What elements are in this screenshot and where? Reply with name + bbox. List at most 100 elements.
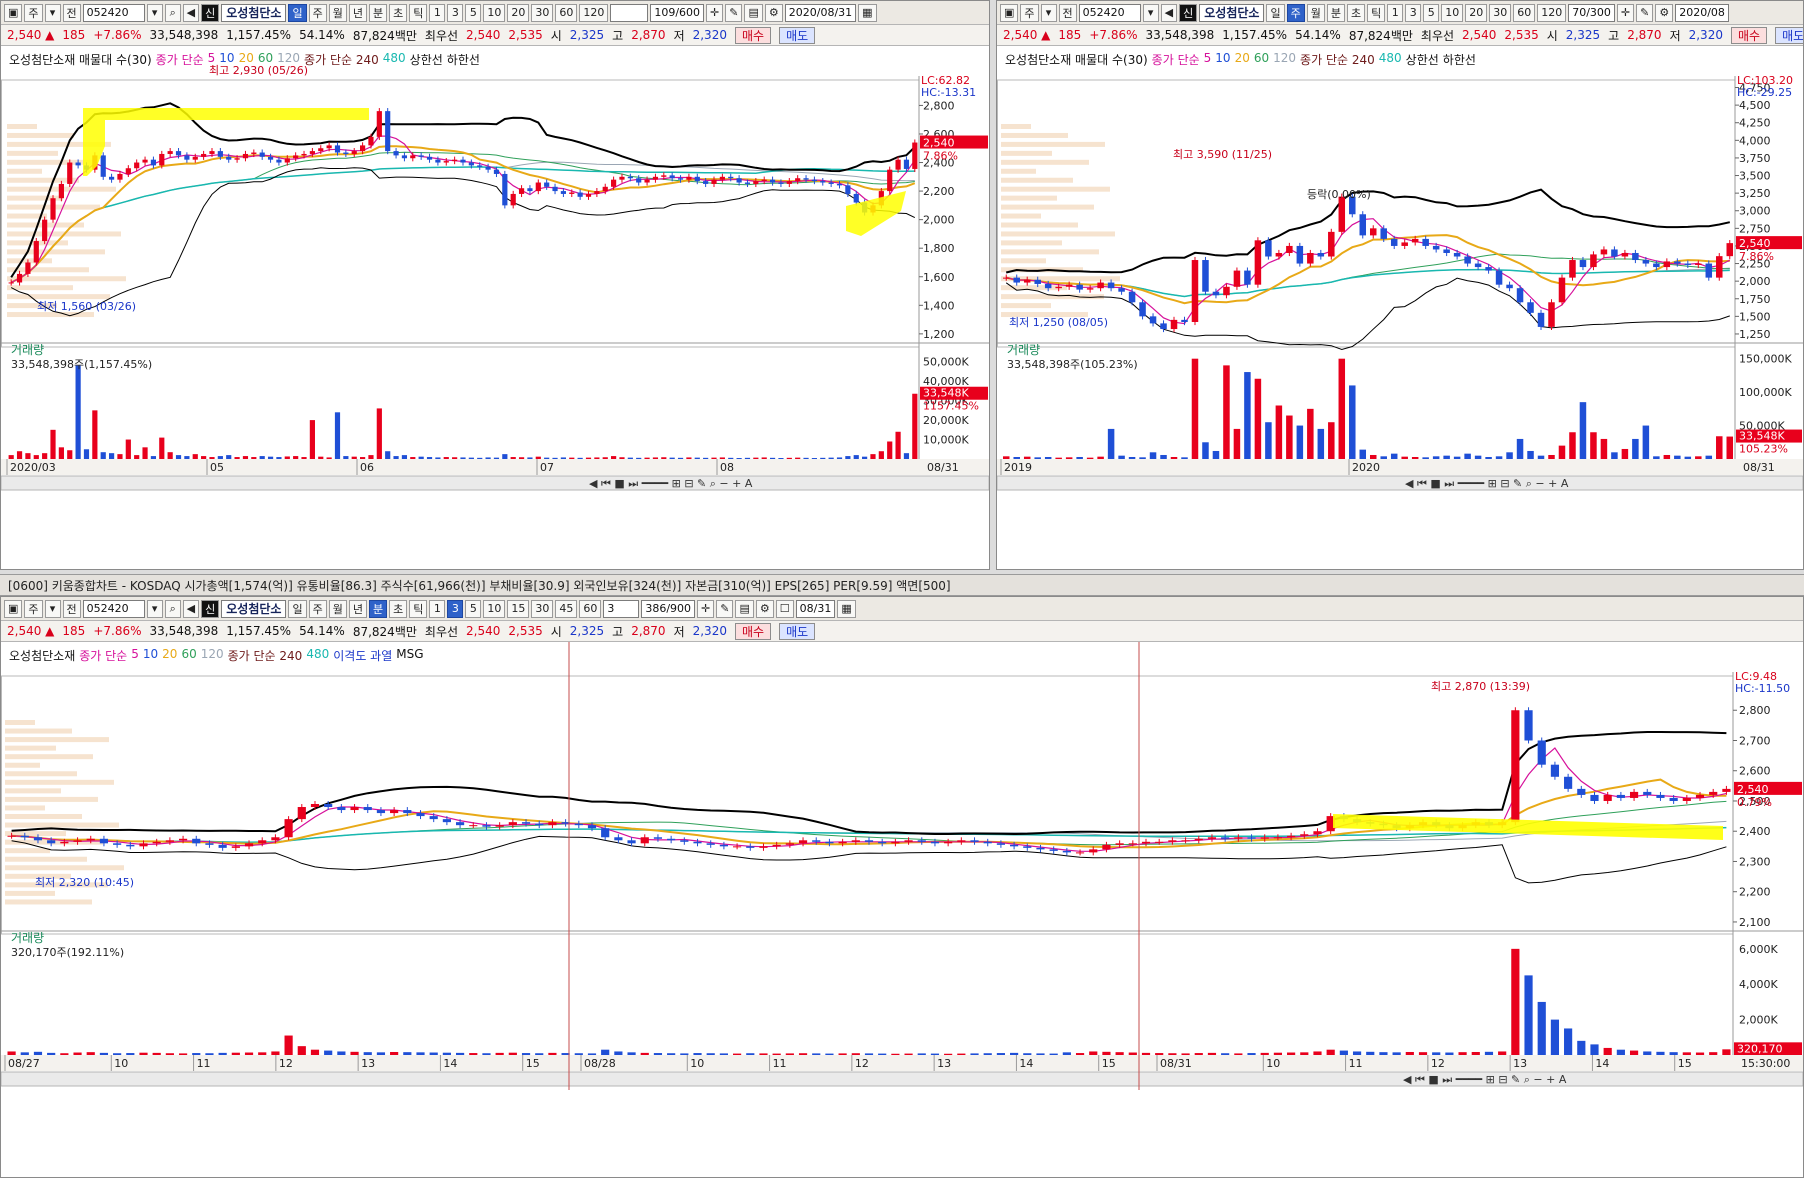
gear-icon[interactable]: ⚙ bbox=[755, 599, 774, 618]
period-minute[interactable]: 분 bbox=[368, 3, 388, 22]
interval-1[interactable]: 1 bbox=[1387, 3, 1404, 22]
stock-code-input[interactable]: 052420 bbox=[82, 599, 145, 618]
stock-name[interactable]: 오성첨단소 bbox=[221, 599, 287, 618]
window-icon[interactable]: ▣ bbox=[4, 599, 23, 618]
count-field[interactable]: 386/900 bbox=[641, 599, 696, 618]
period-week[interactable]: 주 bbox=[1286, 3, 1305, 22]
interval-field[interactable]: 3 bbox=[603, 599, 640, 618]
stock-name[interactable]: 오성첨단소 bbox=[221, 3, 287, 22]
stock-code-input[interactable]: 052420 bbox=[1078, 3, 1141, 22]
interval-3[interactable]: 3 bbox=[447, 599, 464, 618]
period-year[interactable]: 년 bbox=[348, 3, 367, 22]
count-field[interactable]: 70/300 bbox=[1568, 3, 1615, 22]
dropdown-icon[interactable]: ▾ bbox=[1040, 3, 1057, 22]
window-icon[interactable]: ▣ bbox=[1000, 3, 1019, 22]
interval-5[interactable]: 5 bbox=[465, 3, 482, 22]
interval-60[interactable]: 60 bbox=[555, 3, 578, 22]
period-second[interactable]: 초 bbox=[389, 3, 408, 22]
period-tick[interactable]: 틱 bbox=[409, 3, 428, 22]
sell-button[interactable]: 매도 bbox=[779, 622, 816, 640]
period-day[interactable]: 일 bbox=[288, 599, 307, 618]
buy-button[interactable]: 매수 bbox=[1730, 26, 1768, 44]
interval-10[interactable]: 10 bbox=[483, 599, 506, 618]
save-icon[interactable]: ▤ bbox=[744, 3, 763, 22]
period-year[interactable]: 년 bbox=[348, 599, 367, 618]
chart-svg[interactable]: 4,7504,5004,2504,0003,7503,5003,2503,000… bbox=[997, 46, 1803, 569]
date-field[interactable]: 2020/08/31 bbox=[784, 3, 857, 22]
calendar-icon[interactable]: ▦ bbox=[837, 599, 856, 618]
interval-45[interactable]: 45 bbox=[555, 599, 578, 618]
interval-30[interactable]: 30 bbox=[531, 3, 554, 22]
sell-button[interactable]: 매도 bbox=[1775, 26, 1803, 44]
chart-svg[interactable]: 2,8002,7002,6002,5002,4002,3002,2002,100… bbox=[1, 642, 1803, 1177]
chevron-down-icon[interactable]: ▾ bbox=[1142, 3, 1159, 22]
stock-name[interactable]: 오성첨단소 bbox=[1199, 3, 1265, 22]
chevron-down-icon[interactable]: ▾ bbox=[146, 599, 163, 618]
zoom-icon[interactable]: ✛ bbox=[697, 599, 715, 618]
type-select[interactable]: 주 bbox=[24, 599, 43, 618]
interval-20[interactable]: 20 bbox=[507, 3, 530, 22]
speaker-icon[interactable]: ◀ bbox=[182, 3, 200, 22]
zoom-icon[interactable]: ✛ bbox=[1616, 3, 1635, 22]
empty-field[interactable] bbox=[610, 3, 649, 22]
date-field[interactable]: 08/31 bbox=[795, 599, 836, 618]
period-minute[interactable]: 분 bbox=[368, 599, 388, 618]
tools-icon[interactable]: ✎ bbox=[716, 599, 734, 618]
period-month[interactable]: 월 bbox=[328, 599, 347, 618]
interval-60[interactable]: 60 bbox=[1513, 3, 1536, 22]
period-week[interactable]: 주 bbox=[308, 599, 327, 618]
interval-10[interactable]: 10 bbox=[1441, 3, 1464, 22]
period-tick[interactable]: 틱 bbox=[1367, 3, 1386, 22]
period-minute[interactable]: 분 bbox=[1326, 3, 1345, 22]
count-field[interactable]: 109/600 bbox=[650, 3, 705, 22]
chart-svg[interactable]: 2,8002,6002,4002,2002,0001,8001,6001,400… bbox=[1, 46, 989, 569]
period-day[interactable]: 일 bbox=[288, 3, 307, 22]
zoom-icon[interactable]: ✛ bbox=[706, 3, 724, 22]
period-month[interactable]: 월 bbox=[328, 3, 347, 22]
interval-30[interactable]: 30 bbox=[531, 599, 554, 618]
interval-120[interactable]: 120 bbox=[579, 3, 609, 22]
period-day[interactable]: 일 bbox=[1266, 3, 1285, 22]
period-second[interactable]: 초 bbox=[389, 599, 408, 618]
window-icon[interactable]: ▣ bbox=[4, 3, 23, 22]
speaker-icon[interactable]: ◀ bbox=[1160, 3, 1178, 22]
search-icon[interactable]: ⌕ bbox=[164, 3, 181, 22]
search-icon[interactable]: ⌕ bbox=[164, 599, 181, 618]
calendar-icon[interactable]: ▦ bbox=[858, 3, 877, 22]
period-month[interactable]: 월 bbox=[1306, 3, 1325, 22]
type-select[interactable]: 주 bbox=[1020, 3, 1039, 22]
interval-60[interactable]: 60 bbox=[579, 599, 602, 618]
period-tick[interactable]: 틱 bbox=[409, 599, 428, 618]
dropdown-icon[interactable]: ▾ bbox=[44, 3, 61, 22]
date-field[interactable]: 2020/08 bbox=[1675, 3, 1729, 22]
interval-15[interactable]: 15 bbox=[507, 599, 530, 618]
checkbox[interactable]: ☐ bbox=[775, 599, 794, 618]
tools-icon[interactable]: ✎ bbox=[1636, 3, 1654, 22]
gear-icon[interactable]: ⚙ bbox=[1655, 3, 1674, 22]
interval-5[interactable]: 5 bbox=[1423, 3, 1440, 22]
period-second[interactable]: 초 bbox=[1346, 3, 1366, 22]
interval-30[interactable]: 30 bbox=[1489, 3, 1512, 22]
interval-1[interactable]: 1 bbox=[429, 599, 446, 618]
chevron-down-icon[interactable]: ▾ bbox=[146, 3, 163, 22]
gear-icon[interactable]: ⚙ bbox=[764, 3, 783, 22]
period-week[interactable]: 주 bbox=[308, 3, 327, 22]
interval-5[interactable]: 5 bbox=[465, 599, 482, 618]
interval-1[interactable]: 1 bbox=[429, 3, 446, 22]
interval-120[interactable]: 120 bbox=[1537, 3, 1567, 22]
save-icon[interactable]: ▤ bbox=[735, 599, 754, 618]
dropdown-icon[interactable]: ▾ bbox=[44, 599, 61, 618]
interval-3[interactable]: 3 bbox=[1405, 3, 1422, 22]
prev-button[interactable]: 전 bbox=[1058, 3, 1077, 22]
buy-button[interactable]: 매수 bbox=[734, 26, 772, 44]
sell-button[interactable]: 매도 bbox=[779, 26, 816, 44]
stock-code-input[interactable]: 052420 bbox=[82, 3, 145, 22]
type-select[interactable]: 주 bbox=[24, 3, 43, 22]
speaker-icon[interactable]: ◀ bbox=[182, 599, 200, 618]
interval-10[interactable]: 10 bbox=[483, 3, 506, 22]
prev-button[interactable]: 전 bbox=[62, 3, 81, 22]
buy-button[interactable]: 매수 bbox=[734, 622, 772, 640]
prev-button[interactable]: 전 bbox=[62, 599, 81, 618]
interval-20[interactable]: 20 bbox=[1465, 3, 1488, 22]
tools-icon[interactable]: ✎ bbox=[725, 3, 743, 22]
